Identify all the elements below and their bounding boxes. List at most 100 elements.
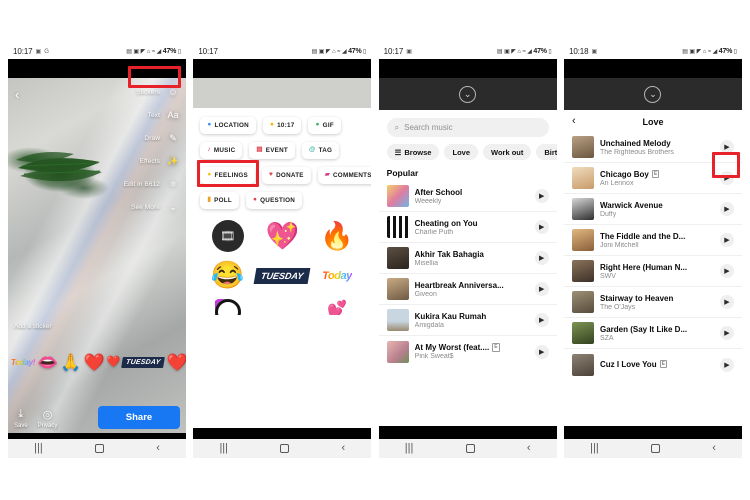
chip-event[interactable]: ▤ EVENT (249, 142, 296, 159)
category-browse[interactable]: ☰ Browse (386, 144, 440, 160)
recents-icon[interactable]: ||| (219, 443, 228, 454)
joy-emoji-sticker[interactable]: 😂 (211, 262, 245, 289)
song-row[interactable]: Heartbreak Anniversa... Giveon ▶ (378, 274, 557, 305)
song-meta: Kukira Kau Rumah Amigdala (415, 312, 529, 329)
play-icon[interactable]: ▶ (719, 233, 734, 247)
back-button[interactable]: ‹ (572, 116, 576, 127)
lips-emoji-sticker[interactable]: 👄 (37, 354, 58, 371)
play-icon[interactable]: ▶ (534, 282, 549, 296)
play-icon[interactable]: ▶ (534, 344, 549, 359)
song-meta: Right Here (Human N... SWV (600, 263, 714, 280)
home-icon[interactable] (94, 444, 104, 453)
song-row[interactable]: Warwick Avenue Duffy ▶ (563, 194, 742, 225)
song-row[interactable]: At My Worst (feat.... E Pink Sweat$ ▶ (379, 336, 557, 367)
back-icon[interactable]: ‹ (342, 443, 346, 454)
play-icon[interactable]: ▶ (534, 189, 549, 203)
chip-location[interactable]: ● LOCATION (200, 117, 256, 134)
song-row[interactable]: The Fiddle and the D... Joni Mitchell ▶ (563, 225, 742, 256)
chevron-down-circle-icon[interactable]: ⌄ (459, 85, 477, 103)
tool-stickers[interactable]: Stickers ☺ (136, 85, 180, 99)
tuesday-sticker[interactable]: TUESDAY (121, 356, 166, 368)
song-row[interactable]: Cuz I Love You E ▶ (564, 349, 742, 380)
wordart-sticker[interactable]: Today! (11, 358, 35, 367)
back-icon[interactable]: ‹ (527, 443, 531, 454)
notch-bar (378, 59, 557, 78)
pink-heart-sticker[interactable]: 💖 (266, 222, 300, 250)
chip-tag[interactable]: @ TAG (302, 142, 340, 159)
play-icon[interactable]: ▶ (534, 220, 549, 234)
vinyl-record-sticker[interactable]: 🎞 (211, 220, 244, 252)
recents-icon[interactable]: ||| (34, 443, 43, 454)
heart-emoji-sticker[interactable]: ❤️ (83, 354, 104, 371)
category-love[interactable]: Love (444, 144, 478, 160)
song-row[interactable]: Unchained Melody The Righteous Brothers … (563, 132, 742, 163)
home-icon[interactable] (280, 444, 290, 453)
play-icon[interactable]: ▶ (719, 357, 734, 372)
share-button[interactable]: Share (98, 406, 180, 429)
play-icon[interactable]: ▶ (719, 295, 734, 309)
tool-see-more[interactable]: See More ⌄ (131, 200, 180, 214)
song-artist: The O'Jays (599, 303, 636, 311)
song-row[interactable]: Garden (Say It Like D... SZA ▶ (563, 318, 742, 349)
music-sheet-handle-area[interactable]: ⌄ (378, 78, 557, 110)
fire-sticker[interactable]: 🔥 (320, 222, 354, 250)
home-icon[interactable] (650, 444, 660, 453)
back-icon[interactable]: ‹ (156, 443, 160, 454)
save-button[interactable]: ⤓ Save (14, 408, 28, 429)
chip-music[interactable]: ♪ MUSIC (200, 142, 243, 159)
close-story-button[interactable]: ‹ (15, 87, 19, 102)
tool-draw[interactable]: Draw ✎ (144, 131, 180, 145)
recents-icon[interactable]: ||| (590, 443, 599, 454)
play-icon[interactable]: ▶ (719, 202, 734, 216)
back-icon[interactable]: ‹ (712, 443, 716, 454)
search-icon: ⌕ (394, 122, 400, 132)
song-row[interactable]: Stairway to Heaven The O'Jays ▶ (563, 287, 742, 318)
chip-donate[interactable]: ♥ DONATE (262, 167, 311, 184)
recents-icon[interactable]: ||| (405, 443, 414, 454)
at-sign-icon: @ (309, 146, 316, 154)
play-icon[interactable]: ▶ (534, 313, 549, 327)
sticker-suggestion-strip[interactable]: Today! 👄 🙏 ❤️ ❤️ TUESDAY ❤️ (8, 344, 186, 380)
song-row[interactable]: Kukira Kau Rumah Amigdala ▶ (378, 305, 557, 336)
play-icon[interactable]: ▶ (719, 264, 734, 278)
privacy-button[interactable]: ◎ Privacy (38, 408, 58, 429)
signal-icon: ◢ (527, 48, 532, 55)
chip-poll[interactable]: ▮ POLL (200, 192, 239, 209)
song-row[interactable]: Akhir Tak Bahagia Misellia ▶ (378, 243, 557, 274)
play-icon[interactable]: ▶ (719, 140, 734, 154)
play-icon[interactable]: ▶ (534, 251, 549, 265)
chevron-down-circle-icon[interactable]: ⌄ (644, 85, 662, 103)
partial-sticker-ring[interactable] (214, 299, 241, 315)
song-row[interactable]: Chicago Boy E Ari Lennox ▶ (563, 163, 742, 194)
story-canvas[interactable]: ‹ Stickers ☺ Text Aa Draw ✎ Effects ✨ Ed… (8, 78, 186, 433)
heart-emoji-sticker-right[interactable]: ❤️ (167, 354, 186, 371)
music-sheet-handle-area[interactable]: ⌄ (563, 78, 742, 110)
home-icon[interactable] (465, 444, 475, 453)
category-birthday[interactable]: Birthd (536, 144, 557, 160)
explicit-badge: E (659, 359, 667, 369)
chip-feelings[interactable]: ● FEELINGS (200, 167, 256, 184)
explicit-badge: E (651, 169, 660, 179)
heart-small-sticker[interactable]: ❤️ (107, 356, 121, 368)
song-row[interactable]: Cheating on You Charlie Puth ▶ (378, 212, 557, 243)
play-icon[interactable]: ▶ (719, 171, 734, 185)
song-row[interactable]: Right Here (Human N... SWV ▶ (563, 256, 742, 287)
chip-label: COMMENTS (333, 172, 372, 179)
song-artist: Misellia (414, 259, 438, 267)
song-row[interactable]: After School Weeekly ▶ (378, 181, 557, 212)
wordart-sticker[interactable]: Today (322, 270, 352, 282)
tool-edit-b612[interactable]: Edit in B612 ⚛ (124, 177, 180, 191)
play-icon[interactable]: ▶ (719, 326, 734, 340)
tool-effects[interactable]: Effects ✨ (140, 154, 180, 168)
chip-question[interactable]: ● QUESTION (245, 192, 303, 209)
pray-emoji-sticker[interactable]: 🙏 (60, 354, 81, 371)
chip-comments[interactable]: ▰ COMMENTS (317, 167, 372, 184)
category-work-out[interactable]: Work out (483, 144, 532, 160)
search-input[interactable]: ⌕ Search music (386, 118, 549, 137)
partial-sticker-hearts[interactable]: 💕 (327, 299, 347, 315)
tuesday-sticker[interactable]: TUESDAY (253, 267, 311, 284)
chip-gif[interactable]: ● GIF (308, 117, 341, 134)
chip-time[interactable]: ● 10:17 (262, 117, 302, 134)
tool-text[interactable]: Text Aa (148, 108, 180, 122)
dimmed-photo-area[interactable] (193, 78, 372, 108)
